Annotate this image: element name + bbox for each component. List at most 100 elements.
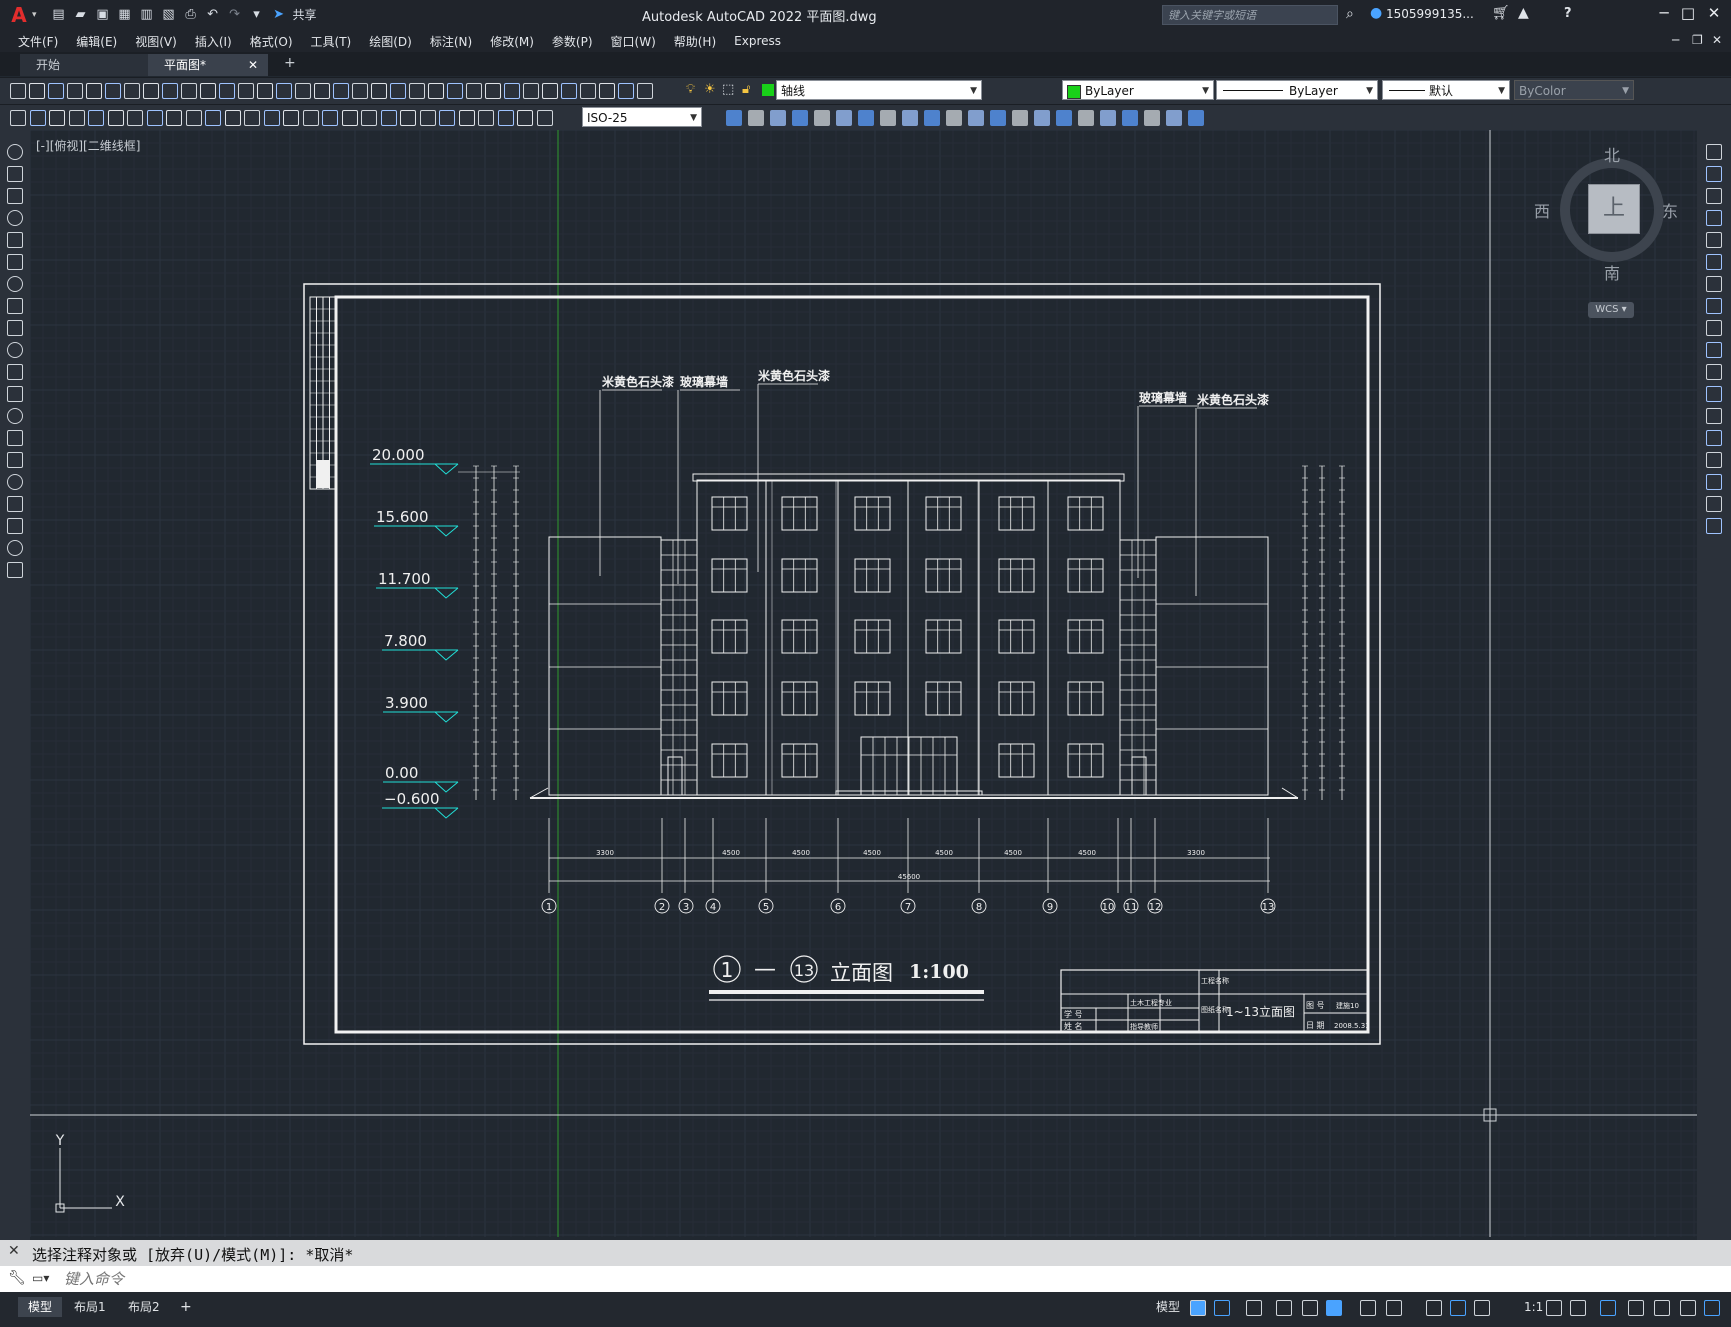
menu-parametric[interactable]: 参数(P) [552,33,593,50]
status-toggle-icon[interactable] [1190,1300,1206,1316]
menu-file[interactable]: 文件(F) [18,33,58,50]
modify-tool-icon[interactable] [1706,518,1722,534]
viewport-controls[interactable]: [-][俯视][二维线框] [36,137,140,154]
share-label[interactable]: 共享 [293,7,317,23]
layout-tab-model[interactable]: 模型 [18,1297,63,1317]
help-icon[interactable]: ? [1564,6,1572,21]
menu-modify[interactable]: 修改(M) [490,33,534,50]
open-web-icon[interactable]: ▥ [139,7,155,23]
wcs-menu-button[interactable]: WCS ▾ [1588,302,1634,318]
toolbar-tool-icon[interactable] [143,83,159,99]
menu-draw[interactable]: 绘图(D) [369,33,412,50]
draw-tool-icon[interactable] [7,298,23,314]
modify-tool-icon[interactable] [1034,110,1050,126]
status-toggle-icon[interactable] [1450,1300,1466,1316]
status-toggle-icon[interactable] [1570,1300,1586,1316]
toolbar-tool-icon[interactable] [637,83,653,99]
modify-tool-icon[interactable] [1706,144,1722,160]
draw-tool-icon[interactable] [7,540,23,556]
modify-tool-icon[interactable] [836,110,852,126]
layer-unlock-icon[interactable]: 🔓︎ [742,82,750,97]
draw-tool-icon[interactable] [7,320,23,336]
modify-tool-icon[interactable] [1706,232,1722,248]
viewcube-top-face[interactable]: 上 [1588,184,1640,234]
modify-tool-icon[interactable] [1188,110,1204,126]
menu-tools[interactable]: 工具(T) [311,33,352,50]
modify-tool-icon[interactable] [726,110,742,126]
toolbar-tool-icon[interactable] [107,110,124,126]
save-web-icon[interactable]: ▧ [161,7,177,23]
linetype-dropdown[interactable]: ByLayer ▼ [1216,80,1378,100]
toolbar-tool-icon[interactable] [361,110,377,126]
close-icon[interactable]: ✕ [8,1243,20,1259]
toolbar-tool-icon[interactable] [257,83,273,99]
customize-icon[interactable]: ▾ [249,7,265,23]
toolbar-tool-icon[interactable] [447,83,463,99]
toolbar-tool-icon[interactable] [244,110,260,126]
tab-close-icon[interactable]: ✕ [248,54,258,76]
modify-tool-icon[interactable] [1078,110,1094,126]
toolbar-tool-icon[interactable] [333,83,349,99]
toolbar-tool-icon[interactable] [504,83,520,99]
toolbar-tool-icon[interactable] [390,83,406,99]
app-menu-arrow-icon[interactable]: ▾ [32,10,37,20]
toolbar-tool-icon[interactable] [439,110,455,126]
toolbar-tool-icon[interactable] [561,83,577,99]
toolbar-tool-icon[interactable] [68,110,85,126]
modify-tool-icon[interactable] [1706,408,1722,424]
modify-tool-icon[interactable] [968,110,984,126]
modify-tool-icon[interactable] [1056,110,1072,126]
doc-minimize-button[interactable]: ─ [1672,33,1679,47]
status-toggle-icon[interactable] [1326,1300,1342,1316]
status-toggle-icon[interactable] [1360,1300,1376,1316]
modify-tool-icon[interactable] [1706,298,1722,314]
draw-tool-icon[interactable] [7,166,23,182]
user-name[interactable]: 1505999135... [1386,7,1474,21]
tab-drawing[interactable]: 平面图* ✕ [148,54,268,76]
search-input[interactable]: 键入关键字或短语 [1162,5,1338,25]
dimstyle-dropdown[interactable]: ISO-25 ▼ [582,107,702,127]
cart-icon[interactable]: 🛒︎ [1492,5,1510,21]
toolbar-tool-icon[interactable] [580,83,596,99]
draw-tool-icon[interactable] [7,364,23,380]
layer-thaw-icon[interactable]: ☀ [704,82,716,97]
toolbar-tool-icon[interactable] [205,110,221,126]
modify-tool-icon[interactable] [1706,166,1722,182]
status-toggle-icon[interactable] [1600,1300,1616,1316]
color-dropdown[interactable]: ByLayer ▼ [1062,80,1214,100]
status-toggle-icon[interactable] [1426,1300,1442,1316]
modify-tool-icon[interactable] [1706,496,1722,512]
app-logo[interactable]: A [6,2,32,28]
save-icon[interactable]: ▣ [95,7,111,23]
modify-tool-icon[interactable] [1706,210,1722,226]
toolbar-tool-icon[interactable] [400,110,416,126]
toolbar-tool-icon[interactable] [466,83,482,99]
toolbar-tool-icon[interactable] [29,83,45,99]
viewcube[interactable]: 上 北 南 东 西 [1534,146,1678,283]
doc-restore-button[interactable]: ❐ [1692,33,1703,47]
toolbar-tool-icon[interactable] [29,110,46,126]
toolbar-tool-icon[interactable] [536,110,553,126]
viewcube-north[interactable]: 北 [1604,142,1620,166]
modify-tool-icon[interactable] [1706,320,1722,336]
status-toggle-icon[interactable] [1302,1300,1318,1316]
undo-icon[interactable]: ↶ [205,7,221,23]
modify-tool-icon[interactable] [990,110,1006,126]
modify-tool-icon[interactable] [902,110,918,126]
status-toggle-icon[interactable] [1474,1300,1490,1316]
modify-tool-icon[interactable] [1100,110,1116,126]
toolbar-tool-icon[interactable] [517,110,533,126]
draw-tool-icon[interactable] [7,408,23,424]
modify-tool-icon[interactable] [1122,110,1138,126]
doc-close-button[interactable]: ✕ [1712,33,1722,47]
toolbar-tool-icon[interactable] [49,110,65,126]
draw-tool-icon[interactable] [7,474,23,490]
layer-viewport-icon[interactable]: ⬚ [722,82,734,97]
toolbar-tool-icon[interactable] [523,83,539,99]
modify-tool-icon[interactable] [946,110,962,126]
status-toggle-icon[interactable] [1386,1300,1402,1316]
draw-tool-icon[interactable] [7,210,23,226]
modify-tool-icon[interactable] [924,110,940,126]
toolbar-tool-icon[interactable] [105,83,121,99]
modify-tool-icon[interactable] [748,110,764,126]
